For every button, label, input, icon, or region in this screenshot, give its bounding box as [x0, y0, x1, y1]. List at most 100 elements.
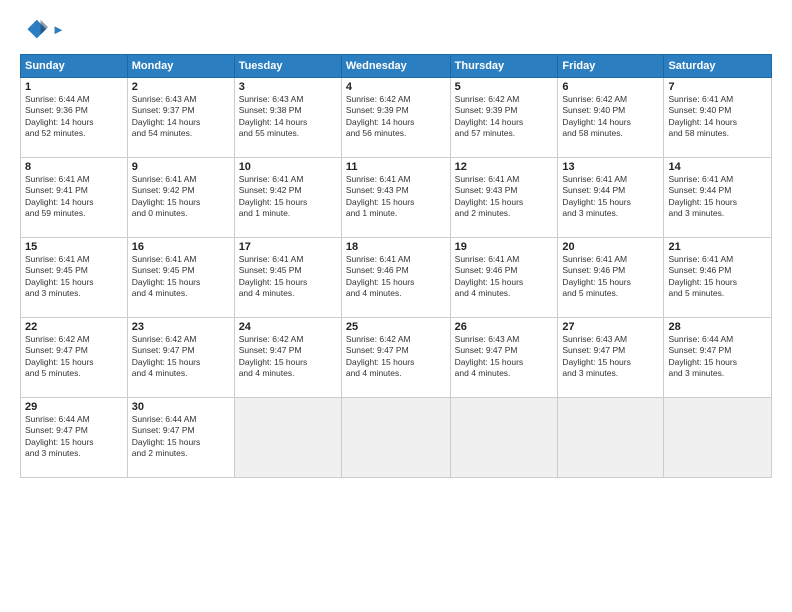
day-number: 2 [132, 81, 230, 93]
calendar-week-3: 15Sunrise: 6:41 AM Sunset: 9:45 PM Dayli… [21, 238, 772, 318]
calendar-week-2: 8Sunrise: 6:41 AM Sunset: 9:41 PM Daylig… [21, 158, 772, 238]
day-number: 20 [562, 241, 659, 253]
day-number: 26 [455, 321, 554, 333]
logo-text: ► [52, 22, 65, 38]
calendar-cell: 7Sunrise: 6:41 AM Sunset: 9:40 PM Daylig… [664, 78, 772, 158]
calendar-cell: 24Sunrise: 6:42 AM Sunset: 9:47 PM Dayli… [234, 318, 341, 398]
day-info: Sunrise: 6:41 AM Sunset: 9:44 PM Dayligh… [668, 174, 767, 220]
weekday-header-sunday: Sunday [21, 55, 128, 78]
day-info: Sunrise: 6:41 AM Sunset: 9:46 PM Dayligh… [562, 254, 659, 300]
day-info: Sunrise: 6:43 AM Sunset: 9:37 PM Dayligh… [132, 94, 230, 140]
calendar-cell: 20Sunrise: 6:41 AM Sunset: 9:46 PM Dayli… [558, 238, 664, 318]
day-number: 23 [132, 321, 230, 333]
calendar-cell: 6Sunrise: 6:42 AM Sunset: 9:40 PM Daylig… [558, 78, 664, 158]
day-info: Sunrise: 6:42 AM Sunset: 9:39 PM Dayligh… [346, 94, 446, 140]
day-number: 3 [239, 81, 337, 93]
weekday-header-wednesday: Wednesday [341, 55, 450, 78]
day-number: 9 [132, 161, 230, 173]
day-info: Sunrise: 6:42 AM Sunset: 9:47 PM Dayligh… [132, 334, 230, 380]
calendar-cell: 5Sunrise: 6:42 AM Sunset: 9:39 PM Daylig… [450, 78, 558, 158]
calendar-table: SundayMondayTuesdayWednesdayThursdayFrid… [20, 54, 772, 478]
day-info: Sunrise: 6:41 AM Sunset: 9:46 PM Dayligh… [455, 254, 554, 300]
calendar-cell: 9Sunrise: 6:41 AM Sunset: 9:42 PM Daylig… [127, 158, 234, 238]
weekday-header-friday: Friday [558, 55, 664, 78]
calendar-cell: 12Sunrise: 6:41 AM Sunset: 9:43 PM Dayli… [450, 158, 558, 238]
weekday-header-row: SundayMondayTuesdayWednesdayThursdayFrid… [21, 55, 772, 78]
calendar-cell: 11Sunrise: 6:41 AM Sunset: 9:43 PM Dayli… [341, 158, 450, 238]
calendar-cell [234, 398, 341, 478]
day-number: 14 [668, 161, 767, 173]
day-info: Sunrise: 6:44 AM Sunset: 9:47 PM Dayligh… [668, 334, 767, 380]
day-number: 6 [562, 81, 659, 93]
calendar-cell: 21Sunrise: 6:41 AM Sunset: 9:46 PM Dayli… [664, 238, 772, 318]
day-info: Sunrise: 6:42 AM Sunset: 9:47 PM Dayligh… [346, 334, 446, 380]
day-number: 12 [455, 161, 554, 173]
calendar-cell: 16Sunrise: 6:41 AM Sunset: 9:45 PM Dayli… [127, 238, 234, 318]
calendar-cell: 18Sunrise: 6:41 AM Sunset: 9:46 PM Dayli… [341, 238, 450, 318]
calendar-week-5: 29Sunrise: 6:44 AM Sunset: 9:47 PM Dayli… [21, 398, 772, 478]
day-info: Sunrise: 6:41 AM Sunset: 9:43 PM Dayligh… [455, 174, 554, 220]
day-number: 8 [25, 161, 123, 173]
day-info: Sunrise: 6:41 AM Sunset: 9:46 PM Dayligh… [346, 254, 446, 300]
day-info: Sunrise: 6:41 AM Sunset: 9:45 PM Dayligh… [25, 254, 123, 300]
calendar-cell: 28Sunrise: 6:44 AM Sunset: 9:47 PM Dayli… [664, 318, 772, 398]
day-number: 29 [25, 401, 123, 413]
logo-icon [20, 16, 48, 44]
day-info: Sunrise: 6:44 AM Sunset: 9:36 PM Dayligh… [25, 94, 123, 140]
day-info: Sunrise: 6:42 AM Sunset: 9:47 PM Dayligh… [239, 334, 337, 380]
day-info: Sunrise: 6:41 AM Sunset: 9:44 PM Dayligh… [562, 174, 659, 220]
calendar-cell: 1Sunrise: 6:44 AM Sunset: 9:36 PM Daylig… [21, 78, 128, 158]
calendar-cell: 30Sunrise: 6:44 AM Sunset: 9:47 PM Dayli… [127, 398, 234, 478]
day-info: Sunrise: 6:44 AM Sunset: 9:47 PM Dayligh… [132, 414, 230, 460]
day-info: Sunrise: 6:41 AM Sunset: 9:41 PM Dayligh… [25, 174, 123, 220]
day-info: Sunrise: 6:41 AM Sunset: 9:42 PM Dayligh… [132, 174, 230, 220]
day-number: 5 [455, 81, 554, 93]
calendar-cell: 10Sunrise: 6:41 AM Sunset: 9:42 PM Dayli… [234, 158, 341, 238]
calendar-cell: 17Sunrise: 6:41 AM Sunset: 9:45 PM Dayli… [234, 238, 341, 318]
day-info: Sunrise: 6:41 AM Sunset: 9:43 PM Dayligh… [346, 174, 446, 220]
day-number: 30 [132, 401, 230, 413]
calendar-cell: 13Sunrise: 6:41 AM Sunset: 9:44 PM Dayli… [558, 158, 664, 238]
day-info: Sunrise: 6:43 AM Sunset: 9:38 PM Dayligh… [239, 94, 337, 140]
calendar-cell: 3Sunrise: 6:43 AM Sunset: 9:38 PM Daylig… [234, 78, 341, 158]
day-number: 1 [25, 81, 123, 93]
day-info: Sunrise: 6:43 AM Sunset: 9:47 PM Dayligh… [455, 334, 554, 380]
day-info: Sunrise: 6:41 AM Sunset: 9:42 PM Dayligh… [239, 174, 337, 220]
calendar-cell [558, 398, 664, 478]
calendar-week-1: 1Sunrise: 6:44 AM Sunset: 9:36 PM Daylig… [21, 78, 772, 158]
day-info: Sunrise: 6:43 AM Sunset: 9:47 PM Dayligh… [562, 334, 659, 380]
day-info: Sunrise: 6:42 AM Sunset: 9:40 PM Dayligh… [562, 94, 659, 140]
calendar-cell: 8Sunrise: 6:41 AM Sunset: 9:41 PM Daylig… [21, 158, 128, 238]
day-info: Sunrise: 6:42 AM Sunset: 9:39 PM Dayligh… [455, 94, 554, 140]
calendar-cell: 22Sunrise: 6:42 AM Sunset: 9:47 PM Dayli… [21, 318, 128, 398]
weekday-header-tuesday: Tuesday [234, 55, 341, 78]
calendar-cell [664, 398, 772, 478]
day-number: 19 [455, 241, 554, 253]
day-number: 21 [668, 241, 767, 253]
page: ► SundayMondayTuesdayWednesdayThursdayFr… [0, 0, 792, 612]
day-info: Sunrise: 6:41 AM Sunset: 9:45 PM Dayligh… [132, 254, 230, 300]
calendar-cell [450, 398, 558, 478]
day-number: 17 [239, 241, 337, 253]
weekday-header-saturday: Saturday [664, 55, 772, 78]
header: ► [20, 16, 772, 44]
day-number: 13 [562, 161, 659, 173]
day-info: Sunrise: 6:41 AM Sunset: 9:40 PM Dayligh… [668, 94, 767, 140]
weekday-header-thursday: Thursday [450, 55, 558, 78]
calendar-cell: 15Sunrise: 6:41 AM Sunset: 9:45 PM Dayli… [21, 238, 128, 318]
calendar-cell: 26Sunrise: 6:43 AM Sunset: 9:47 PM Dayli… [450, 318, 558, 398]
calendar-cell: 14Sunrise: 6:41 AM Sunset: 9:44 PM Dayli… [664, 158, 772, 238]
day-number: 24 [239, 321, 337, 333]
day-number: 10 [239, 161, 337, 173]
calendar-cell: 2Sunrise: 6:43 AM Sunset: 9:37 PM Daylig… [127, 78, 234, 158]
calendar-cell: 4Sunrise: 6:42 AM Sunset: 9:39 PM Daylig… [341, 78, 450, 158]
calendar-cell: 25Sunrise: 6:42 AM Sunset: 9:47 PM Dayli… [341, 318, 450, 398]
day-info: Sunrise: 6:44 AM Sunset: 9:47 PM Dayligh… [25, 414, 123, 460]
calendar-cell: 29Sunrise: 6:44 AM Sunset: 9:47 PM Dayli… [21, 398, 128, 478]
day-number: 22 [25, 321, 123, 333]
day-number: 16 [132, 241, 230, 253]
day-number: 18 [346, 241, 446, 253]
day-number: 27 [562, 321, 659, 333]
day-number: 7 [668, 81, 767, 93]
calendar-cell [341, 398, 450, 478]
